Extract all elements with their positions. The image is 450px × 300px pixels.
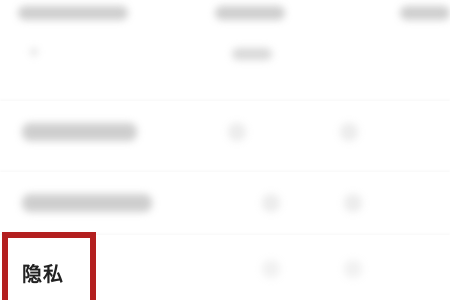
blurred-privacy-row-icon-b xyxy=(344,260,362,278)
blurred-row-2-icon-b xyxy=(344,194,362,212)
blurred-subheader-mark-left xyxy=(30,48,38,56)
settings-page: 隐私 xyxy=(0,0,450,300)
blurred-row-1-icon-a xyxy=(228,123,246,141)
blurred-row-1-label xyxy=(22,123,137,141)
blurred-setting-row-1[interactable] xyxy=(0,101,450,171)
blurred-subheader-text-middle xyxy=(232,48,272,60)
blurred-header-text-left xyxy=(18,6,128,20)
blurred-row-2-label xyxy=(22,194,152,212)
blurred-header-text-middle xyxy=(215,6,285,20)
blurred-header-text-right xyxy=(400,6,450,20)
blurred-row-2-icon-a xyxy=(262,194,280,212)
highlight-box xyxy=(2,232,96,300)
blurred-header xyxy=(0,0,450,100)
blurred-privacy-row-icon-a xyxy=(262,260,280,278)
blurred-setting-row-2[interactable] xyxy=(0,172,450,232)
blurred-row-1-icon-b xyxy=(340,123,358,141)
